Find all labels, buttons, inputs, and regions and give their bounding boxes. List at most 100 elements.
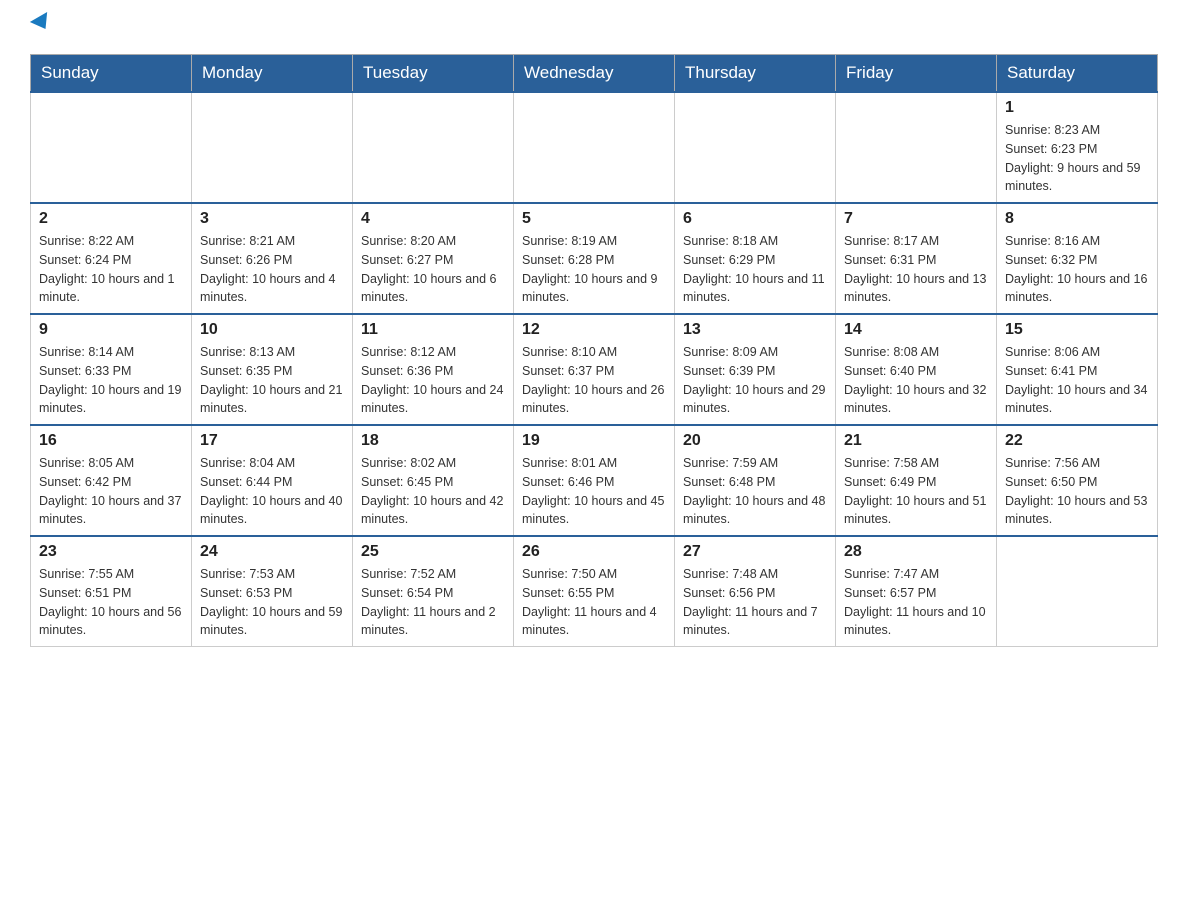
day-of-week-header: Friday bbox=[836, 55, 997, 93]
day-number: 3 bbox=[200, 210, 344, 228]
calendar-cell bbox=[353, 92, 514, 203]
day-info: Sunrise: 7:48 AMSunset: 6:56 PMDaylight:… bbox=[683, 565, 827, 640]
day-info: Sunrise: 7:59 AMSunset: 6:48 PMDaylight:… bbox=[683, 454, 827, 529]
day-number: 1 bbox=[1005, 99, 1149, 117]
calendar-cell: 4 Sunrise: 8:20 AMSunset: 6:27 PMDaylight… bbox=[353, 203, 514, 314]
day-info: Sunrise: 8:01 AMSunset: 6:46 PMDaylight:… bbox=[522, 454, 666, 529]
day-number: 12 bbox=[522, 321, 666, 339]
day-number: 16 bbox=[39, 432, 183, 450]
day-info: Sunrise: 7:56 AMSunset: 6:50 PMDaylight:… bbox=[1005, 454, 1149, 529]
calendar-cell: 18 Sunrise: 8:02 AMSunset: 6:45 PMDayligh… bbox=[353, 425, 514, 536]
calendar-cell: 16 Sunrise: 8:05 AMSunset: 6:42 PMDayligh… bbox=[31, 425, 192, 536]
day-info: Sunrise: 8:02 AMSunset: 6:45 PMDaylight:… bbox=[361, 454, 505, 529]
day-info: Sunrise: 7:58 AMSunset: 6:49 PMDaylight:… bbox=[844, 454, 988, 529]
calendar-cell: 28 Sunrise: 7:47 AMSunset: 6:57 PMDayligh… bbox=[836, 536, 997, 647]
day-of-week-header: Monday bbox=[192, 55, 353, 93]
day-number: 24 bbox=[200, 543, 344, 561]
calendar-week-row: 23 Sunrise: 7:55 AMSunset: 6:51 PMDayligh… bbox=[31, 536, 1158, 647]
page-header bbox=[30, 20, 1158, 34]
calendar-cell bbox=[836, 92, 997, 203]
calendar-cell bbox=[31, 92, 192, 203]
day-number: 4 bbox=[361, 210, 505, 228]
calendar-cell bbox=[675, 92, 836, 203]
day-info: Sunrise: 8:04 AMSunset: 6:44 PMDaylight:… bbox=[200, 454, 344, 529]
day-number: 11 bbox=[361, 321, 505, 339]
day-info: Sunrise: 8:10 AMSunset: 6:37 PMDaylight:… bbox=[522, 343, 666, 418]
day-info: Sunrise: 7:50 AMSunset: 6:55 PMDaylight:… bbox=[522, 565, 666, 640]
day-number: 17 bbox=[200, 432, 344, 450]
calendar-cell: 6 Sunrise: 8:18 AMSunset: 6:29 PMDaylight… bbox=[675, 203, 836, 314]
calendar-cell bbox=[192, 92, 353, 203]
day-of-week-header: Wednesday bbox=[514, 55, 675, 93]
calendar-cell: 11 Sunrise: 8:12 AMSunset: 6:36 PMDayligh… bbox=[353, 314, 514, 425]
day-number: 7 bbox=[844, 210, 988, 228]
day-info: Sunrise: 7:52 AMSunset: 6:54 PMDaylight:… bbox=[361, 565, 505, 640]
day-info: Sunrise: 8:06 AMSunset: 6:41 PMDaylight:… bbox=[1005, 343, 1149, 418]
day-info: Sunrise: 8:23 AMSunset: 6:23 PMDaylight:… bbox=[1005, 121, 1149, 196]
day-info: Sunrise: 8:16 AMSunset: 6:32 PMDaylight:… bbox=[1005, 232, 1149, 307]
day-info: Sunrise: 8:20 AMSunset: 6:27 PMDaylight:… bbox=[361, 232, 505, 307]
day-of-week-header: Thursday bbox=[675, 55, 836, 93]
calendar-table: SundayMondayTuesdayWednesdayThursdayFrid… bbox=[30, 54, 1158, 647]
day-number: 9 bbox=[39, 321, 183, 339]
calendar-cell: 3 Sunrise: 8:21 AMSunset: 6:26 PMDaylight… bbox=[192, 203, 353, 314]
day-number: 25 bbox=[361, 543, 505, 561]
day-number: 14 bbox=[844, 321, 988, 339]
day-number: 5 bbox=[522, 210, 666, 228]
calendar-cell: 8 Sunrise: 8:16 AMSunset: 6:32 PMDaylight… bbox=[997, 203, 1158, 314]
calendar-cell: 12 Sunrise: 8:10 AMSunset: 6:37 PMDayligh… bbox=[514, 314, 675, 425]
calendar-cell: 25 Sunrise: 7:52 AMSunset: 6:54 PMDayligh… bbox=[353, 536, 514, 647]
day-info: Sunrise: 8:13 AMSunset: 6:35 PMDaylight:… bbox=[200, 343, 344, 418]
calendar-cell: 24 Sunrise: 7:53 AMSunset: 6:53 PMDayligh… bbox=[192, 536, 353, 647]
day-of-week-header: Tuesday bbox=[353, 55, 514, 93]
calendar-cell: 22 Sunrise: 7:56 AMSunset: 6:50 PMDayligh… bbox=[997, 425, 1158, 536]
day-of-week-header: Saturday bbox=[997, 55, 1158, 93]
calendar-cell: 7 Sunrise: 8:17 AMSunset: 6:31 PMDaylight… bbox=[836, 203, 997, 314]
day-number: 26 bbox=[522, 543, 666, 561]
day-number: 20 bbox=[683, 432, 827, 450]
calendar-cell: 9 Sunrise: 8:14 AMSunset: 6:33 PMDaylight… bbox=[31, 314, 192, 425]
calendar-cell: 1 Sunrise: 8:23 AMSunset: 6:23 PMDaylight… bbox=[997, 92, 1158, 203]
day-info: Sunrise: 8:22 AMSunset: 6:24 PMDaylight:… bbox=[39, 232, 183, 307]
calendar-cell: 2 Sunrise: 8:22 AMSunset: 6:24 PMDaylight… bbox=[31, 203, 192, 314]
day-number: 23 bbox=[39, 543, 183, 561]
day-info: Sunrise: 8:05 AMSunset: 6:42 PMDaylight:… bbox=[39, 454, 183, 529]
calendar-cell: 20 Sunrise: 7:59 AMSunset: 6:48 PMDayligh… bbox=[675, 425, 836, 536]
calendar-cell: 19 Sunrise: 8:01 AMSunset: 6:46 PMDayligh… bbox=[514, 425, 675, 536]
calendar-week-row: 16 Sunrise: 8:05 AMSunset: 6:42 PMDayligh… bbox=[31, 425, 1158, 536]
day-number: 13 bbox=[683, 321, 827, 339]
day-info: Sunrise: 7:55 AMSunset: 6:51 PMDaylight:… bbox=[39, 565, 183, 640]
calendar-cell bbox=[997, 536, 1158, 647]
calendar-cell: 26 Sunrise: 7:50 AMSunset: 6:55 PMDayligh… bbox=[514, 536, 675, 647]
day-number: 28 bbox=[844, 543, 988, 561]
calendar-cell: 15 Sunrise: 8:06 AMSunset: 6:41 PMDayligh… bbox=[997, 314, 1158, 425]
day-number: 27 bbox=[683, 543, 827, 561]
day-number: 8 bbox=[1005, 210, 1149, 228]
calendar-cell: 27 Sunrise: 7:48 AMSunset: 6:56 PMDayligh… bbox=[675, 536, 836, 647]
day-number: 22 bbox=[1005, 432, 1149, 450]
day-info: Sunrise: 8:14 AMSunset: 6:33 PMDaylight:… bbox=[39, 343, 183, 418]
day-info: Sunrise: 7:53 AMSunset: 6:53 PMDaylight:… bbox=[200, 565, 344, 640]
day-number: 10 bbox=[200, 321, 344, 339]
day-info: Sunrise: 8:08 AMSunset: 6:40 PMDaylight:… bbox=[844, 343, 988, 418]
day-number: 2 bbox=[39, 210, 183, 228]
day-info: Sunrise: 8:12 AMSunset: 6:36 PMDaylight:… bbox=[361, 343, 505, 418]
day-info: Sunrise: 8:21 AMSunset: 6:26 PMDaylight:… bbox=[200, 232, 344, 307]
calendar-cell bbox=[514, 92, 675, 203]
calendar-cell: 5 Sunrise: 8:19 AMSunset: 6:28 PMDaylight… bbox=[514, 203, 675, 314]
calendar-week-row: 2 Sunrise: 8:22 AMSunset: 6:24 PMDaylight… bbox=[31, 203, 1158, 314]
day-info: Sunrise: 8:19 AMSunset: 6:28 PMDaylight:… bbox=[522, 232, 666, 307]
calendar-week-row: 1 Sunrise: 8:23 AMSunset: 6:23 PMDaylight… bbox=[31, 92, 1158, 203]
day-of-week-header: Sunday bbox=[31, 55, 192, 93]
day-info: Sunrise: 8:17 AMSunset: 6:31 PMDaylight:… bbox=[844, 232, 988, 307]
calendar-cell: 14 Sunrise: 8:08 AMSunset: 6:40 PMDayligh… bbox=[836, 314, 997, 425]
calendar-header-row: SundayMondayTuesdayWednesdayThursdayFrid… bbox=[31, 55, 1158, 93]
day-number: 6 bbox=[683, 210, 827, 228]
day-info: Sunrise: 8:18 AMSunset: 6:29 PMDaylight:… bbox=[683, 232, 827, 307]
day-number: 15 bbox=[1005, 321, 1149, 339]
calendar-cell: 13Sunrise: 8:09 AMSunset: 6:39 PMDayligh… bbox=[675, 314, 836, 425]
logo-arrow-icon bbox=[30, 12, 54, 34]
day-number: 18 bbox=[361, 432, 505, 450]
day-info: Sunrise: 7:47 AMSunset: 6:57 PMDaylight:… bbox=[844, 565, 988, 640]
day-number: 19 bbox=[522, 432, 666, 450]
